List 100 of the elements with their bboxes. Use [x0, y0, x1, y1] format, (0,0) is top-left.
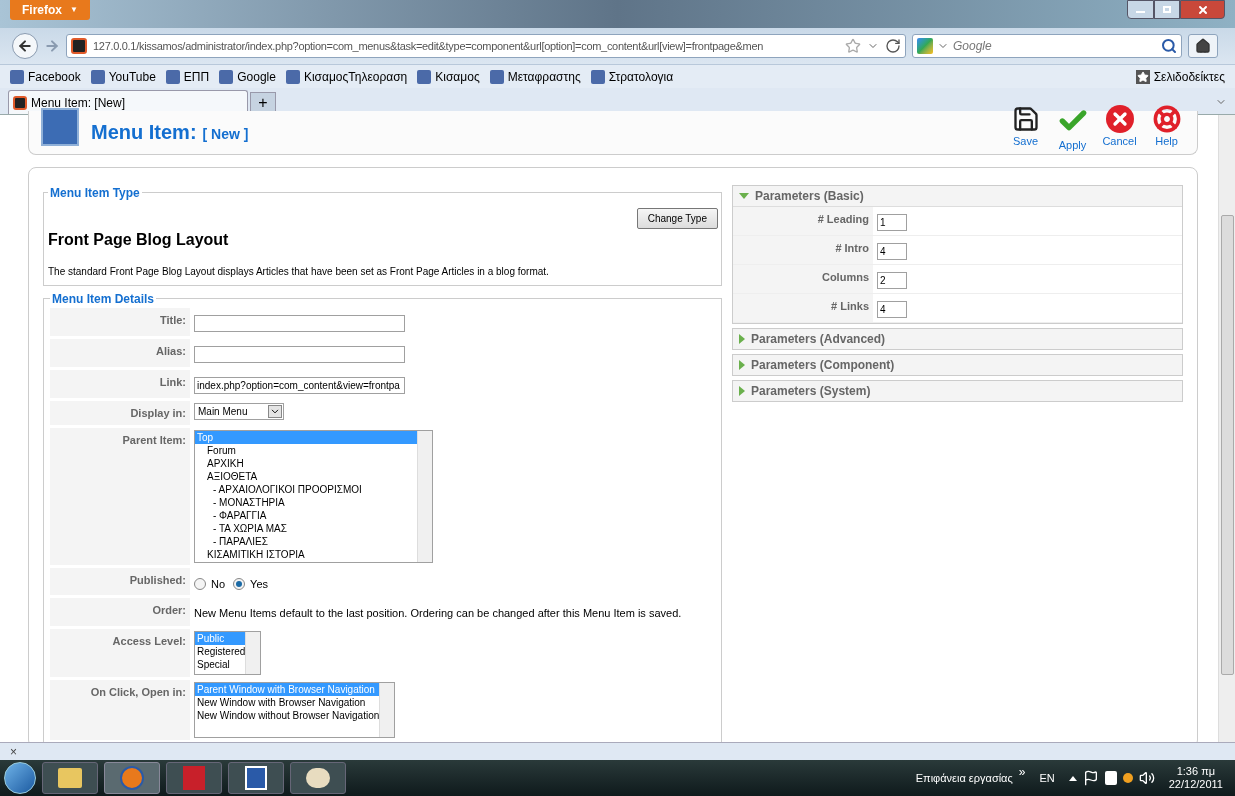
text-input[interactable] — [194, 314, 405, 332]
home-button[interactable] — [1188, 34, 1218, 58]
restore-button[interactable] — [1154, 0, 1180, 19]
list-option[interactable]: ΚΙΣΑΜΙΤΙΚΗ ΙΣΤΟΡΙΑ — [195, 548, 417, 561]
list-option[interactable]: Special — [195, 657, 246, 671]
folder-taskbar-icon[interactable] — [42, 762, 98, 794]
address-text: 127.0.0.1/kissamos/administrator/index.php?option=com_menus&task=edit&type=component&url[option]=com_content&url[view]=frontpage&men — [93, 38, 764, 54]
radio-label: No — [211, 577, 226, 592]
text-input[interactable] — [194, 345, 405, 363]
toolbar-button[interactable]: Cancel — [1101, 105, 1138, 154]
back-button[interactable] — [12, 33, 38, 59]
bookmark-link[interactable]: ΕΠΠ — [165, 67, 210, 86]
radio-button[interactable] — [233, 578, 246, 591]
toolbar-button[interactable]: Apply — [1054, 105, 1091, 154]
field-label: Order: — [50, 597, 190, 626]
fieldset-legend: Menu Item Type — [48, 183, 142, 202]
minimize-button[interactable] — [1127, 0, 1154, 19]
field-label: Access Level: — [50, 628, 190, 677]
bookmark-link[interactable]: ΚισαμοςΤηλεοραση — [285, 67, 408, 86]
list-option[interactable]: New Window with Browser Navigation — [195, 695, 380, 709]
scrollbar[interactable] — [245, 631, 261, 674]
home-icon — [1195, 38, 1211, 54]
list-box[interactable]: Public Registered Special — [194, 630, 262, 675]
language-indicator[interactable]: EN — [1039, 769, 1055, 787]
field-label: On Click, Open in: — [50, 679, 190, 740]
square-icon — [489, 69, 504, 84]
close-find-bar-button[interactable]: × — [10, 745, 17, 758]
bookmark-link[interactable]: Στρατολογια — [590, 67, 674, 86]
toolbar-chevron[interactable]: » — [1018, 763, 1026, 781]
parameter-input[interactable]: 4 — [877, 242, 907, 260]
show-hidden-icons-icon[interactable] — [1068, 775, 1077, 781]
order-note: New Menu Items default to the last position. Ordering can be changed after this Menu Item is saved. — [194, 605, 682, 619]
page-title: Menu Item: — [91, 120, 197, 146]
bookmark-link[interactable]: Κισαμος — [417, 67, 480, 86]
list-option[interactable]: Registered — [195, 644, 246, 658]
layout-description: The standard Front Page Blog Layout displays Articles that have been set as Front Page Articles in a blog format. — [48, 264, 550, 279]
bookmark-link[interactable]: Μεταφραστης — [489, 67, 581, 86]
parameter-input[interactable]: 2 — [877, 271, 907, 289]
list-option[interactable]: - ΠΑΡΑΛΙΕΣ — [195, 535, 417, 548]
triangle-right-icon — [739, 333, 745, 344]
list-option[interactable]: ΑΡΧΙΚΗ — [195, 457, 417, 470]
square-icon — [165, 69, 180, 84]
new-tab-button[interactable]: + — [250, 92, 276, 114]
accordion-header[interactable]: Parameters (Basic) — [733, 185, 1182, 206]
triangle-right-icon — [739, 359, 745, 370]
start-button[interactable] — [4, 762, 36, 794]
search-field[interactable]: Google — [912, 34, 1182, 58]
scrollbar[interactable] — [379, 682, 395, 737]
parameter-input[interactable]: 1 — [877, 213, 907, 231]
text-input[interactable]: index.php?option=com_content&view=frontpa — [194, 376, 405, 394]
list-box[interactable]: Parent Window with Browser Navigation New Window with Browser Navigation New Window without Browser Navigation — [194, 681, 396, 738]
list-option[interactable]: New Window without Browser Navigation — [195, 708, 380, 722]
bookmark-link[interactable]: Google — [219, 67, 276, 86]
field-label: Parent Item: — [50, 428, 190, 565]
search-icon[interactable] — [1161, 38, 1177, 54]
accordion-header[interactable]: Parameters (Component) — [733, 354, 1182, 375]
site-icon — [13, 95, 27, 110]
square-icon — [90, 69, 105, 84]
square-icon — [219, 69, 234, 84]
list-option[interactable]: - ΜΟΝΑΣΤΗΡΙΑ — [195, 496, 417, 509]
radio-button[interactable] — [194, 578, 206, 591]
list-option[interactable]: Forum — [195, 444, 417, 457]
reload-icon[interactable] — [885, 38, 901, 54]
toolbar-button[interactable]: Save — [1007, 105, 1044, 154]
triangle-right-icon — [739, 385, 745, 396]
fieldset-legend: Menu Item Details — [50, 289, 157, 308]
site-icon — [71, 38, 87, 54]
list-option[interactable]: - ΦΑΡΑΓΓΙΑ — [195, 509, 417, 522]
browser-tab[interactable]: Menu Item: [New] — [8, 90, 248, 114]
speaker-icon[interactable] — [1138, 770, 1155, 786]
bookmark-link[interactable]: YouTube — [90, 67, 156, 86]
address-bar[interactable]: 127.0.0.1/kissamos/administrator/index.php?option=com_menus&task=edit&type=component&url[option]=com_content&url[view]=frontpage&men — [66, 34, 906, 58]
toolbar-button[interactable]: Help — [1148, 105, 1185, 154]
search-engine-icon — [917, 38, 933, 54]
desktop-toolbar-label[interactable]: Επιφάνεια εργασίας — [915, 769, 1013, 787]
bookmarks-menu[interactable]: Σελιδοδείκτες — [1135, 67, 1225, 86]
list-box[interactable]: Top Forum ΑΡΧΙΚΗ ΑΞΙΟΘΕΤΑ - ΑΡΧΑΙΟΛΟΓΙΚΟΙ ΠΡΟΟΡΙΣΜΟΙ - ΜΟΝΑΣΤΗΡΙΑ - ΦΑΡΑΓΓΙΑ - ΤΑ ΧΩΡΙΑ ΜΑΣ - ΠΑΡΑΛΙΕΣ ΚΙΣΑΜΙΤΙΚΗ ΙΣΤΟΡΙΑ — [194, 430, 433, 563]
accordion-header[interactable]: Parameters (System) — [733, 380, 1182, 401]
close-button[interactable] — [1180, 0, 1225, 19]
field-label: Alias: — [50, 338, 190, 367]
change-type-button[interactable]: Change Type — [636, 207, 718, 229]
parameter-input[interactable]: 4 — [877, 300, 907, 318]
search-input[interactable]: Google — [953, 37, 1157, 55]
clock[interactable]: 1:36 πμ 22/12/2011 — [1160, 765, 1231, 791]
accordion-header[interactable]: Parameters (Advanced) — [733, 328, 1182, 349]
bookmark-link[interactable]: Facebook — [10, 67, 81, 86]
scrollbar[interactable] — [417, 431, 432, 562]
star-icon — [1135, 69, 1150, 84]
page-scrollbar[interactable] — [1218, 115, 1235, 742]
bookmark-star-icon[interactable] — [845, 38, 861, 54]
square-icon — [10, 69, 24, 84]
list-option[interactable]: - ΑΡΧΑΙΟΛΟΓΙΚΟΙ ΠΡΟΟΡΙΣΜΟΙ — [195, 483, 417, 496]
flag-icon[interactable] — [1082, 770, 1099, 786]
dropdown[interactable]: Main Menu — [194, 402, 284, 420]
parameter-label: # Links — [733, 293, 873, 322]
list-option[interactable]: ΑΞΙΟΘΕΤΑ — [195, 470, 417, 483]
lifebuoy-icon — [1152, 105, 1181, 133]
field-label: Link: — [50, 369, 190, 398]
triangle-down-icon — [739, 192, 749, 199]
list-option[interactable]: - ΤΑ ΧΩΡΙΑ ΜΑΣ — [195, 522, 417, 535]
